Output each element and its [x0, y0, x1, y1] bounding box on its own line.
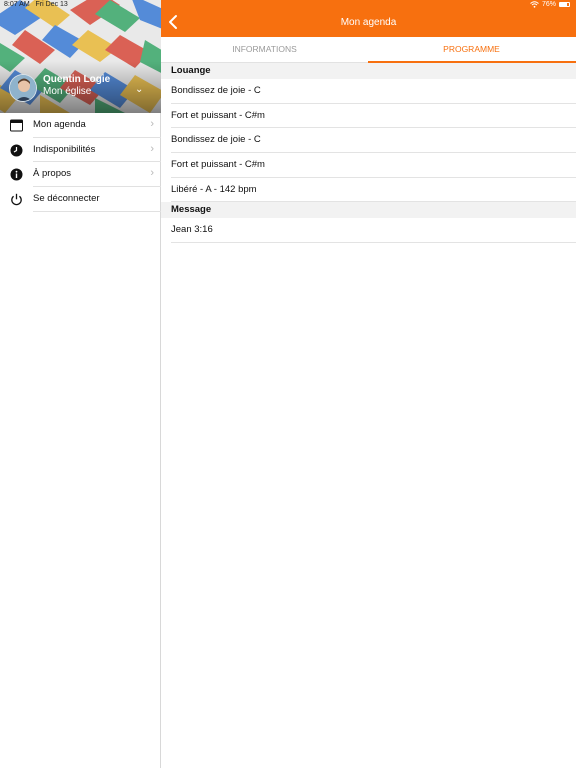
chevron-down-icon[interactable]: ⌄ [135, 84, 143, 95]
battery-icon [559, 2, 570, 7]
sidebar-item-mon-agenda[interactable]: Mon agenda › [0, 113, 161, 138]
main-panel: 76% Mon agenda INFORMATIONS PROGRAMME Lo… [161, 0, 576, 768]
clock-icon [10, 144, 23, 157]
user-name: Quentin Logie [43, 74, 111, 85]
sidebar-item-label: Indisponibilités [33, 143, 96, 155]
section-header-louange: Louange [161, 63, 576, 79]
chevron-right-icon: › [150, 167, 154, 180]
list-item[interactable]: Jean 3:16 [161, 218, 576, 243]
battery-percent: 76% [541, 1, 556, 8]
page-title: Mon agenda [340, 17, 397, 28]
divider [33, 210, 161, 212]
power-icon [11, 193, 22, 206]
chevron-right-icon: › [150, 118, 154, 130]
navigation-bar: 76% Mon agenda [161, 0, 576, 37]
status-bar-left: 8:07 AM Fri Dec 13 [4, 1, 68, 8]
sidebar-menu: Mon agenda › Indisponibilités › À propos… [0, 113, 161, 212]
sidebar-item-a-propos[interactable]: À propos › [0, 162, 161, 188]
section-header-message: Message [161, 202, 576, 219]
status-bar-right: 76% [530, 1, 570, 8]
tab-bar: INFORMATIONS PROGRAMME [161, 37, 576, 63]
info-icon [10, 168, 23, 181]
tab-informations[interactable]: INFORMATIONS [161, 37, 368, 63]
program-list: Louange Bondissez de joie - C Fort et pu… [161, 63, 576, 243]
calendar-icon [10, 119, 23, 132]
sidebar: 8:07 AM Fri Dec 13 Quentin Logie Mon égl… [0, 0, 161, 768]
avatar[interactable] [9, 74, 37, 102]
sidebar-item-se-deconnecter[interactable]: Se déconnecter [0, 187, 161, 212]
chevron-right-icon: › [150, 142, 154, 155]
wifi-icon [530, 1, 539, 8]
profile-header[interactable]: 8:07 AM Fri Dec 13 Quentin Logie Mon égl… [0, 0, 161, 113]
status-time: 8:07 AM [4, 1, 30, 8]
list-item[interactable]: Libéré - A - 142 bpm [161, 178, 576, 203]
sidebar-item-label: À propos [33, 168, 72, 180]
list-item[interactable]: Fort et puissant - C#m [161, 104, 576, 129]
list-item[interactable]: Bondissez de joie - C [161, 79, 576, 104]
sidebar-item-label: Mon agenda [33, 119, 86, 130]
status-date: Fri Dec 13 [35, 1, 68, 8]
list-item[interactable]: Bondissez de joie - C [161, 128, 576, 153]
tab-programme[interactable]: PROGRAMME [368, 37, 575, 63]
sidebar-item-label: Se déconnecter [33, 193, 100, 205]
list-item[interactable]: Fort et puissant - C#m [161, 153, 576, 178]
church-name: Mon église [43, 86, 92, 97]
sidebar-item-indisponibilites[interactable]: Indisponibilités › [0, 138, 161, 163]
